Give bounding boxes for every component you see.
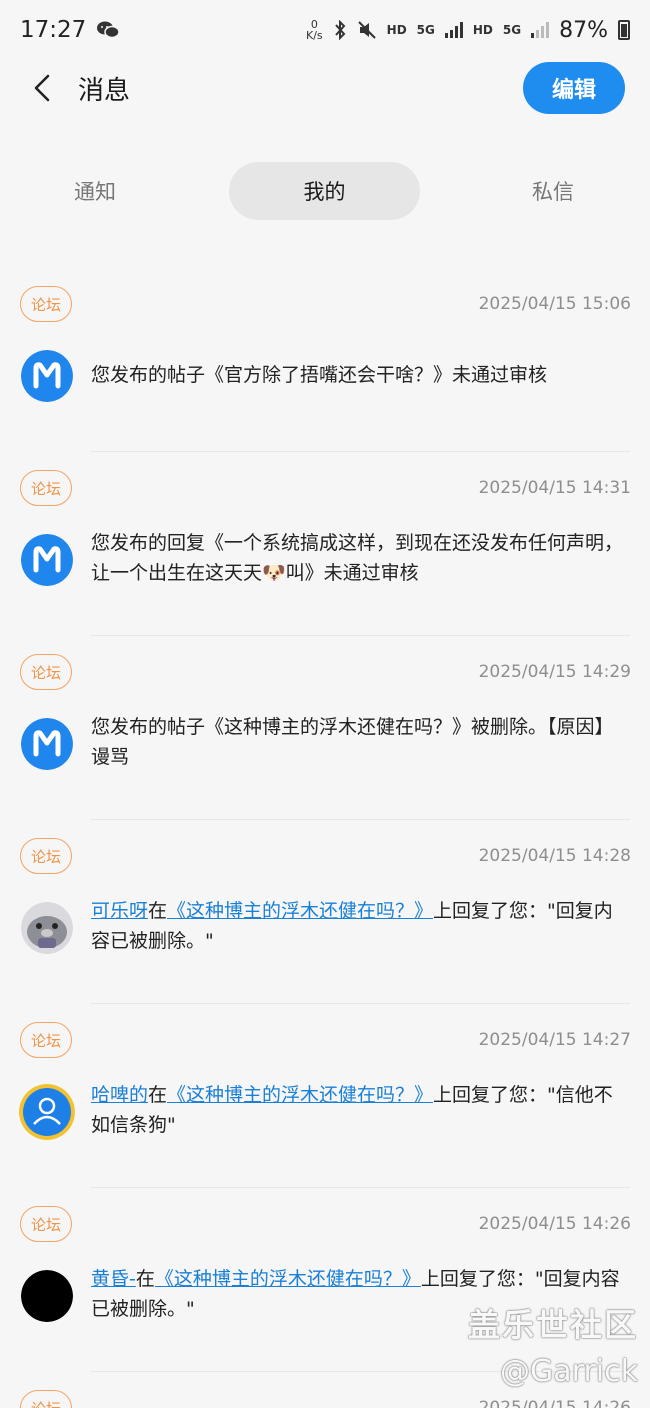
battery-icon (618, 20, 630, 40)
battery-percent: 87% (559, 17, 608, 43)
message-time: 2025/04/15 14:28 (478, 846, 631, 866)
signal-icon (444, 22, 463, 38)
tab-private-messages[interactable]: 私信 (498, 162, 608, 220)
forum-tag: 论坛 (20, 838, 72, 874)
user-avatar[interactable] (21, 902, 73, 954)
chevron-left-icon (34, 74, 50, 102)
user-link[interactable]: 可乐呀 (91, 900, 148, 922)
edit-button[interactable]: 编辑 (523, 62, 625, 114)
user-link[interactable]: 黄昏- (91, 1268, 136, 1290)
message-text: 您发布的帖子《这种博主的浮木还健在吗？》被删除。【原因】谩骂 (91, 716, 614, 768)
page-title: 消息 (78, 75, 131, 106)
hd-badge-2: HD (472, 23, 493, 37)
wechat-icon (97, 21, 121, 39)
hd-badge: HD (386, 23, 407, 37)
message-text: 您发布的回复《一个系统搞成这样，到现在还没发布任何声明，让一个出生在这天天🐶叫》… (91, 532, 624, 584)
forum-tag: 论坛 (20, 1390, 72, 1408)
list-item[interactable]: 论坛 2025/04/15 14:31 您发布的回复《一个系统搞成这样，到现在还… (0, 452, 650, 636)
list-item[interactable]: 论坛 2025/04/15 14:29 您发布的帖子《这种博主的浮木还健在吗？》… (0, 636, 650, 820)
back-button[interactable] (22, 68, 62, 108)
post-link[interactable]: 《这种博主的浮木还健在吗？》 (167, 1084, 433, 1106)
system-avatar (21, 718, 73, 770)
tab-bar: 通知 我的 私信 (0, 162, 650, 220)
bluetooth-icon (334, 20, 346, 40)
forum-tag: 论坛 (20, 654, 72, 690)
list-item[interactable]: 论坛 2025/04/15 15:06 您发布的帖子《官方除了捂嘴还会干啥？》未… (0, 268, 650, 452)
network-type-2: 5G (502, 23, 522, 37)
forum-tag: 论坛 (20, 1206, 72, 1242)
message-time: 2025/04/15 14:26 (478, 1214, 631, 1234)
status-time: 17:27 (20, 17, 87, 43)
post-link[interactable]: 《这种博主的浮木还健在吗？》 (167, 900, 433, 922)
watermark-author: @Garrick (500, 1354, 638, 1389)
post-link[interactable]: 《这种博主的浮木还健在吗？》 (155, 1268, 421, 1290)
user-avatar[interactable] (21, 1270, 73, 1322)
user-avatar[interactable] (19, 1084, 75, 1140)
system-avatar (21, 534, 73, 586)
message-time: 2025/04/15 15:06 (478, 294, 631, 314)
message-time: 2025/04/15 14:26 (478, 1398, 631, 1408)
net-speed: 0 K/s (306, 18, 323, 42)
status-bar: 17:27 0 K/s HD 5G HD 5G 87% (0, 0, 650, 60)
app-header: 消息 编辑 (0, 58, 650, 118)
user-link[interactable]: 哈啤的 (91, 1084, 148, 1106)
signal-icon-2 (531, 22, 550, 38)
forum-tag: 论坛 (20, 286, 72, 322)
status-indicators: 0 K/s HD 5G HD 5G 87% (306, 18, 630, 43)
forum-tag: 论坛 (20, 1022, 72, 1058)
system-avatar (21, 350, 73, 402)
forum-tag: 论坛 (20, 470, 72, 506)
message-time: 2025/04/15 14:29 (478, 662, 631, 682)
mute-icon (357, 21, 376, 39)
message-text: 您发布的帖子《官方除了捂嘴还会干啥？》未通过审核 (91, 364, 548, 386)
tab-mine[interactable]: 我的 (229, 162, 420, 220)
network-type: 5G (416, 23, 435, 37)
list-item[interactable]: 论坛 2025/04/15 14:27 哈啤的在《这种博主的浮木还健在吗？》上回… (0, 1004, 650, 1188)
message-text: 哈啤的在《这种博主的浮木还健在吗？》上回复了您："信他不如信条狗" (91, 1084, 613, 1136)
message-time: 2025/04/15 14:27 (478, 1030, 631, 1050)
tab-notifications[interactable]: 通知 (40, 162, 150, 220)
message-text: 可乐呀在《这种博主的浮木还健在吗？》上回复了您："回复内容已被删除。" (91, 900, 613, 952)
watermark-title: 盖乐世社区 (467, 1306, 638, 1344)
list-item[interactable]: 论坛 2025/04/15 14:28 可乐呀在《这种博主的浮木还健在吗？》上回… (0, 820, 650, 1004)
watermark: 盖乐世社区 @Garrick (468, 1300, 638, 1389)
message-time: 2025/04/15 14:31 (478, 478, 631, 498)
